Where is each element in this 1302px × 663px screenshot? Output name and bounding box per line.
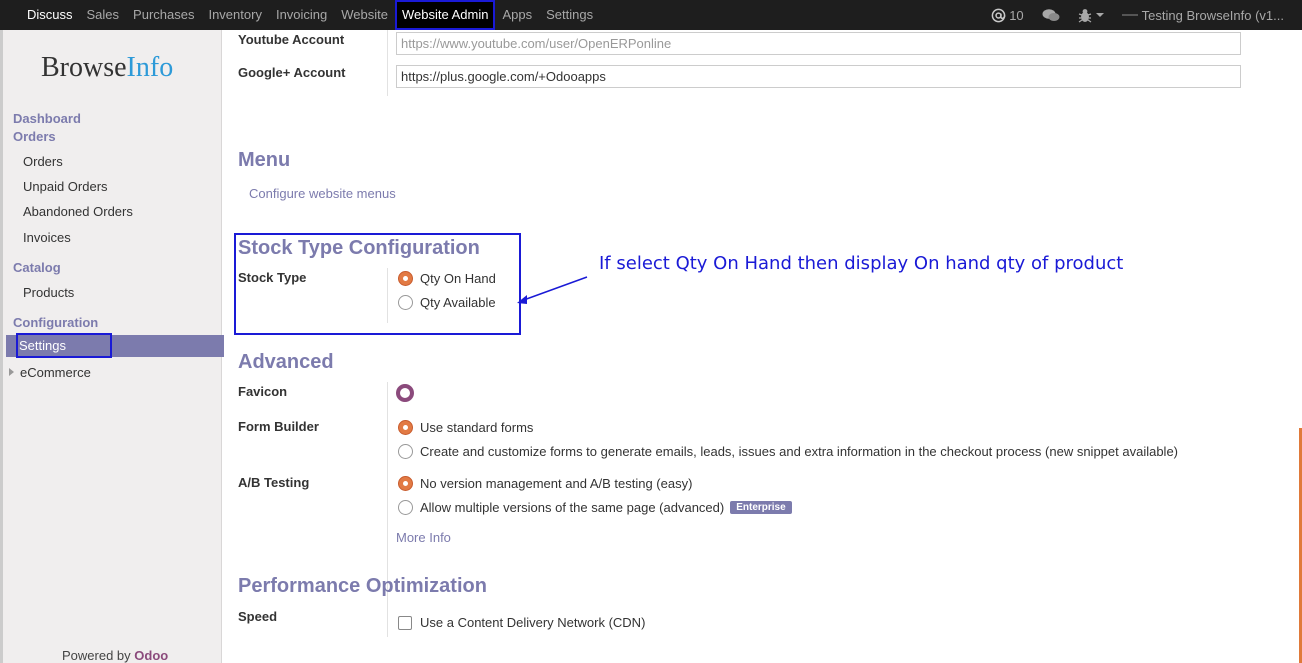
- company-logo[interactable]: BrowseInfo: [41, 52, 173, 84]
- messages-count: 10: [1009, 7, 1024, 23]
- radio-selected-icon: [398, 271, 413, 286]
- enterprise-badge: Enterprise: [730, 501, 792, 514]
- google-input[interactable]: https://plus.google.com/+Odooapps: [396, 65, 1241, 88]
- annotation-arrow: [517, 276, 588, 304]
- ab-testing-label: A/B Testing: [238, 475, 310, 490]
- youtube-label: Youtube Account: [238, 32, 345, 47]
- bug-icon: [1078, 8, 1091, 22]
- field-separator: [387, 30, 388, 96]
- sidebar-section-orders[interactable]: Orders: [13, 129, 56, 144]
- odoo-favicon-icon[interactable]: [396, 384, 414, 402]
- configure-menus-link[interactable]: Configure website menus: [249, 186, 396, 201]
- radio-unselected-icon: [398, 444, 413, 459]
- user-name: Testing BrowseInfo (v1...: [1141, 7, 1284, 23]
- chat-icon: [1042, 8, 1060, 21]
- section-stock-type-title: Stock Type Configuration: [238, 237, 480, 259]
- messages-indicator[interactable]: 10: [991, 7, 1024, 23]
- radio-qty-on-hand[interactable]: Qty On Hand: [398, 271, 496, 286]
- radio-unselected-icon: [398, 295, 413, 310]
- sidebar-item-ecommerce[interactable]: eCommerce: [9, 365, 91, 380]
- sidebar-item-orders[interactable]: Orders: [23, 154, 63, 169]
- odoo-link[interactable]: Odoo: [134, 648, 168, 663]
- sidebar-item-ecommerce-label: eCommerce: [20, 365, 91, 380]
- radio-selected-icon: [398, 420, 413, 435]
- sidebar-item-settings[interactable]: Settings: [6, 333, 224, 358]
- cdn-checkbox-label: Use a Content Delivery Network (CDN): [420, 615, 646, 630]
- logo-info: Info: [126, 52, 174, 83]
- avatar-icon: [1121, 14, 1138, 16]
- navbar-right: 10 Testing BrowseInfo (v1...: [991, 0, 1302, 30]
- google-label: Google+ Account: [238, 65, 346, 80]
- radio-no-versioning[interactable]: No version management and A/B testing (e…: [398, 476, 692, 491]
- top-navbar: Discuss Sales Purchases Inventory Invoic…: [0, 0, 1302, 30]
- settings-highlight-box: [16, 333, 112, 358]
- section-menu-title: Menu: [238, 149, 291, 171]
- radio-qty-available[interactable]: Qty Available: [398, 295, 496, 310]
- menu-purchases[interactable]: Purchases: [126, 0, 201, 30]
- sidebar-item-unpaid-orders[interactable]: Unpaid Orders: [23, 179, 108, 194]
- field-separator: [387, 607, 388, 637]
- favicon-label: Favicon: [238, 384, 288, 399]
- at-sign-icon: [991, 8, 1006, 22]
- annotation-text: If select Qty On Hand then display On ha…: [599, 253, 1124, 274]
- sidebar-section-configuration[interactable]: Configuration: [13, 315, 98, 330]
- sidebar-item-abandoned-orders[interactable]: Abandoned Orders: [23, 204, 133, 219]
- caret-down-icon: [1095, 13, 1104, 17]
- youtube-input[interactable]: https://www.youtube.com/user/OpenERPonli…: [396, 32, 1241, 55]
- radio-multiple-versions[interactable]: Allow multiple versions of the same page…: [398, 500, 792, 515]
- field-separator: [387, 268, 388, 323]
- powered-by: Powered by Odoo: [62, 648, 168, 663]
- menu-website-admin[interactable]: Website Admin: [395, 0, 496, 30]
- more-info-link[interactable]: More Info: [396, 530, 451, 545]
- caret-right-icon: [9, 368, 14, 376]
- menu-apps[interactable]: Apps: [495, 0, 539, 30]
- radio-standard-forms[interactable]: Use standard forms: [398, 420, 533, 435]
- menu-inventory[interactable]: Inventory: [201, 0, 268, 30]
- main-menu: Discuss Sales Purchases Inventory Invoic…: [20, 0, 600, 30]
- sidebar-section-catalog[interactable]: Catalog: [13, 260, 61, 275]
- radio-qty-available-label: Qty Available: [420, 295, 496, 310]
- radio-qty-on-hand-label: Qty On Hand: [420, 271, 496, 286]
- sidebar-dashboard[interactable]: Dashboard: [13, 111, 81, 126]
- sidebar-item-products[interactable]: Products: [23, 285, 74, 300]
- stock-type-label: Stock Type: [238, 270, 307, 285]
- radio-unselected-icon: [398, 500, 413, 515]
- radio-no-versioning-label: No version management and A/B testing (e…: [420, 476, 693, 491]
- radio-multiple-versions-label: Allow multiple versions of the same page…: [420, 500, 725, 515]
- section-advanced-title: Advanced: [238, 351, 334, 373]
- radio-custom-forms-label: Create and customize forms to generate e…: [420, 444, 1178, 459]
- settings-form: Youtube Account https://www.youtube.com/…: [222, 30, 1302, 663]
- logo-browse: Browse: [41, 52, 127, 83]
- user-menu[interactable]: Testing BrowseInfo (v1...: [1121, 7, 1284, 23]
- checkbox-icon: [398, 615, 412, 630]
- radio-custom-forms[interactable]: Create and customize forms to generate e…: [398, 444, 1178, 459]
- section-performance-title: Performance Optimization: [238, 575, 487, 597]
- radio-selected-icon: [398, 476, 413, 491]
- menu-website[interactable]: Website: [334, 0, 395, 30]
- menu-settings[interactable]: Settings: [539, 0, 600, 30]
- powered-by-text: Powered by: [62, 648, 131, 663]
- speed-label: Speed: [238, 609, 278, 624]
- sidebar-item-invoices[interactable]: Invoices: [23, 230, 71, 245]
- chat-button[interactable]: [1042, 8, 1060, 23]
- menu-sales[interactable]: Sales: [80, 0, 127, 30]
- menu-discuss[interactable]: Discuss: [20, 0, 80, 30]
- cdn-checkbox[interactable]: Use a Content Delivery Network (CDN): [398, 615, 645, 630]
- sidebar: BrowseInfo Dashboard Orders Orders Unpai…: [0, 30, 224, 663]
- menu-invoicing[interactable]: Invoicing: [269, 0, 334, 30]
- radio-standard-forms-label: Use standard forms: [420, 420, 534, 435]
- debug-button[interactable]: [1078, 8, 1104, 23]
- form-builder-label: Form Builder: [238, 419, 319, 434]
